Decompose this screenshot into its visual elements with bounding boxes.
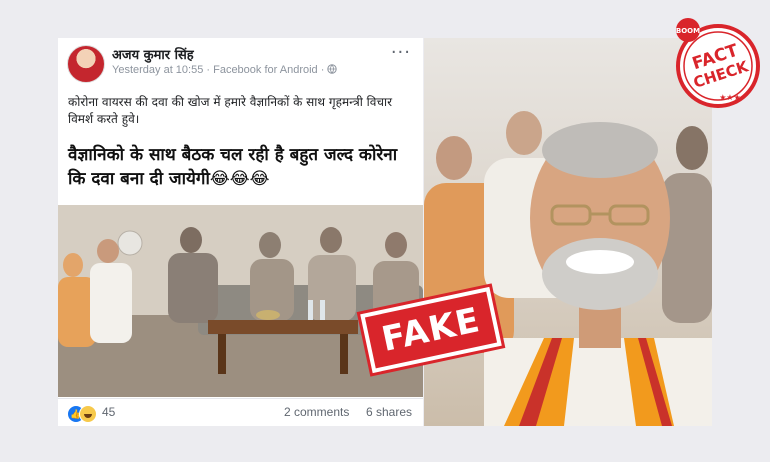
author-name[interactable]: अजय कुमार सिंह xyxy=(112,45,194,63)
shares-link[interactable]: 6 shares xyxy=(366,405,412,419)
post-footer: 👍 45 2 comments 6 shares xyxy=(58,398,423,426)
fact-check-badge-icon: BOOM FACT CHECK ★★★ xyxy=(676,18,760,108)
haha-reaction-icon xyxy=(79,405,97,423)
badge-stars: ★★★ xyxy=(719,93,741,102)
post-meta: Yesterday at 10:55 · Facebook for Androi… xyxy=(112,64,338,76)
meme-photo xyxy=(58,205,423,397)
globe-icon xyxy=(327,64,338,74)
comments-link[interactable]: 2 comments xyxy=(284,405,349,419)
post-text: कोरोना वायरस की दवा की खोज में हमारे वैज… xyxy=(68,95,393,126)
fact-check-badge: BOOM FACT CHECK ★★★ xyxy=(664,10,764,110)
post-meta-text: Yesterday at 10:55 · Facebook for Androi… xyxy=(112,64,328,76)
badge-boom-text: BOOM xyxy=(676,27,700,35)
post-image[interactable]: वैज्ञानिको के साथ बैठक चल रही है बहुत जल… xyxy=(58,135,423,397)
more-options-icon[interactable]: ··· xyxy=(391,44,411,62)
meeting-scene-illustration xyxy=(58,205,423,397)
reaction-count[interactable]: 45 xyxy=(102,405,115,419)
facebook-post-card: अजय कुमार सिंह Yesterday at 10:55 · Face… xyxy=(58,38,423,426)
meme-caption: वैज्ञानिको के साथ बैठक चल रही है बहुत जल… xyxy=(68,145,398,189)
author-avatar[interactable] xyxy=(67,45,105,83)
